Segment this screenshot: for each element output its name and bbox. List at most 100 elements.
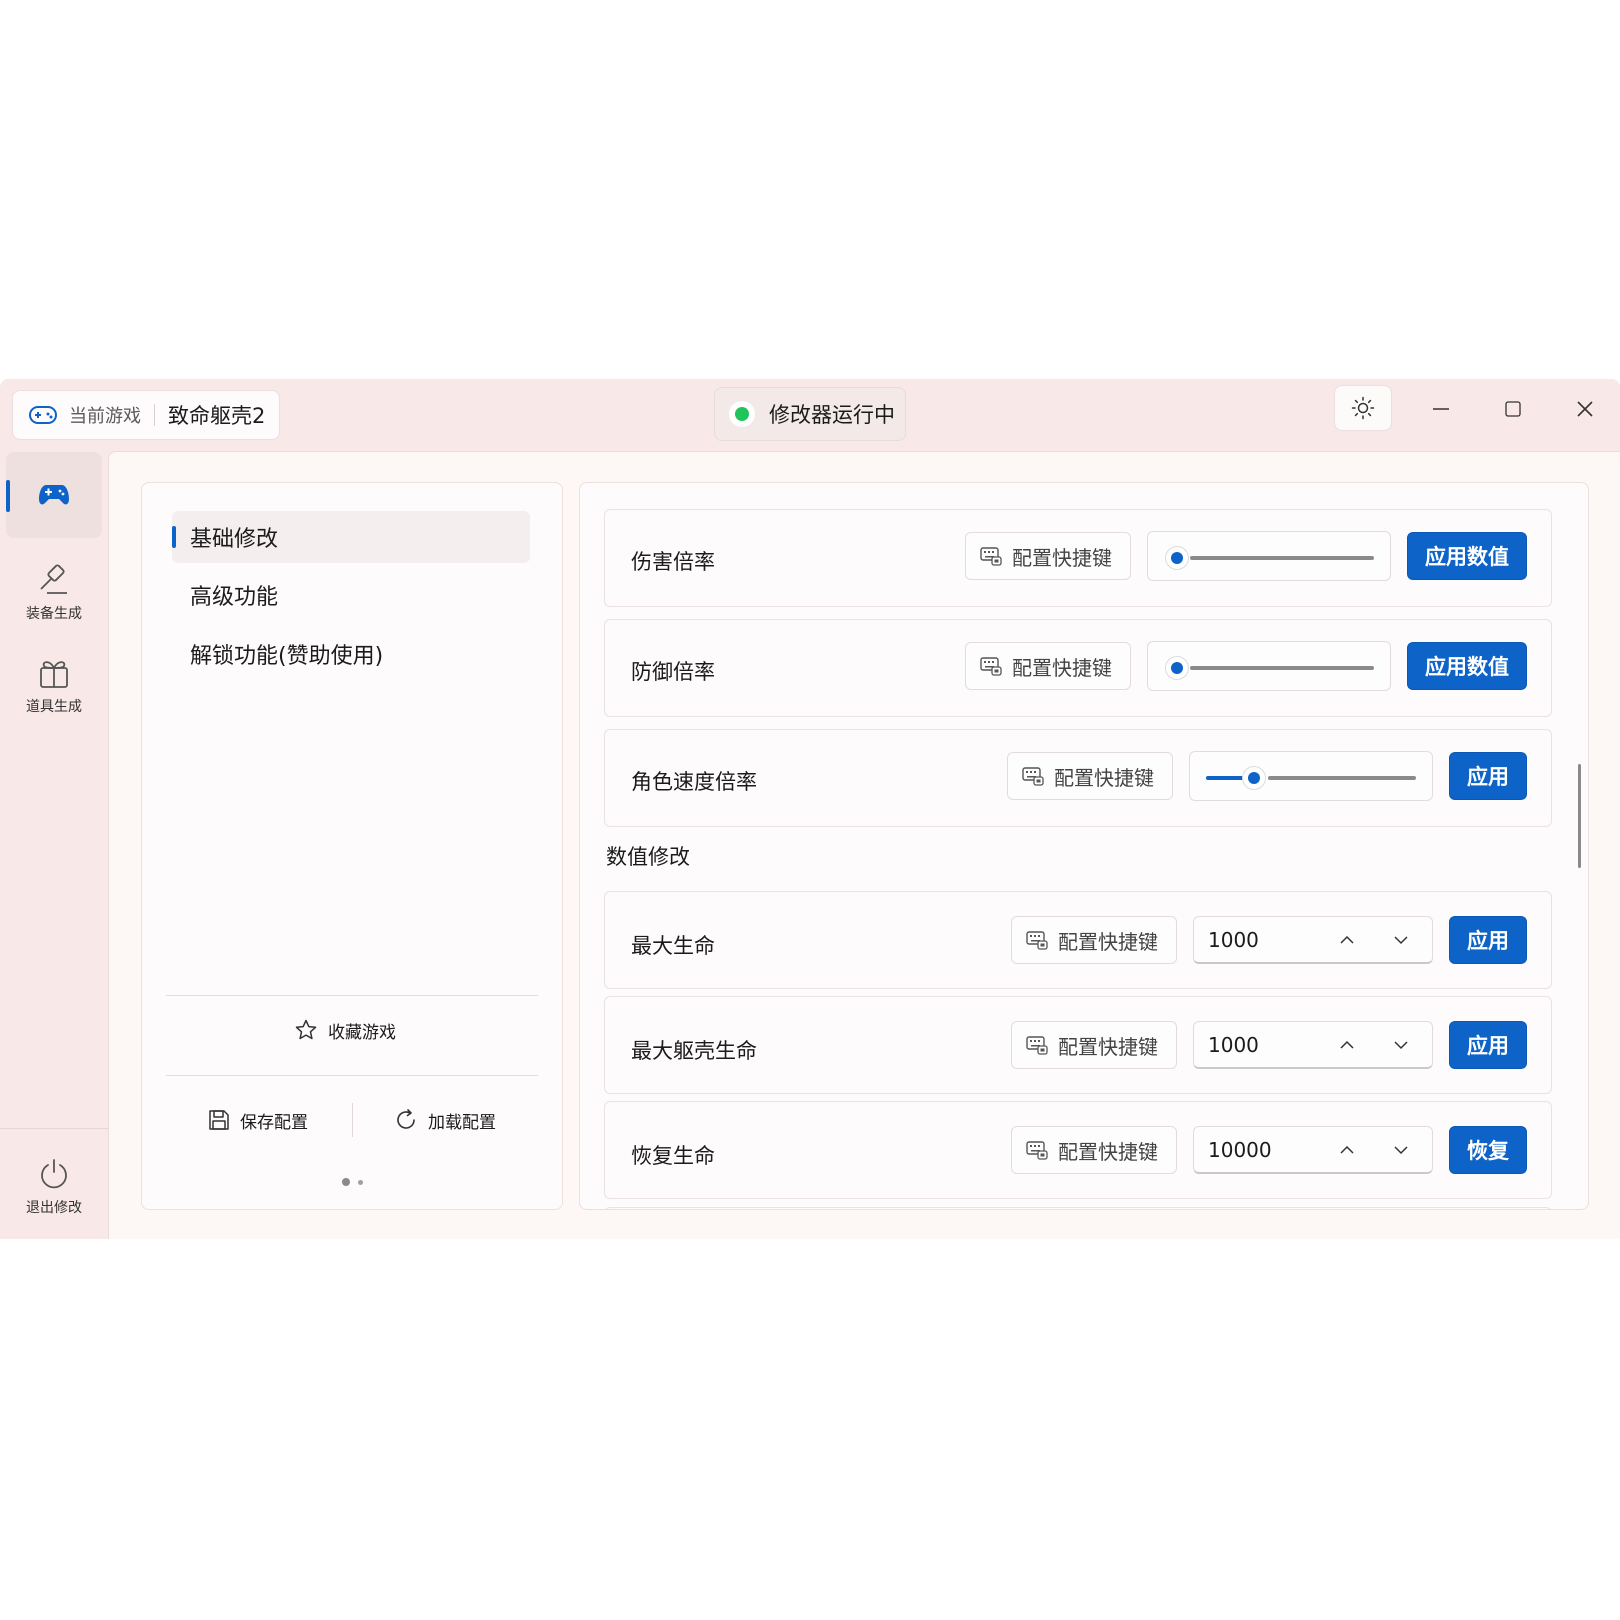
hotkey-label: 配置快捷键: [1058, 1139, 1158, 1164]
current-game-label: 当前游戏: [69, 406, 141, 427]
apply-button[interactable]: 应用: [1449, 752, 1527, 800]
favorite-game-button[interactable]: 收藏游戏: [294, 1010, 396, 1050]
hammer-icon: [40, 564, 67, 594]
max-hp-number-input[interactable]: 1000: [1193, 916, 1433, 964]
menu-item-basic[interactable]: 基础修改: [172, 511, 530, 563]
setting-row-max-hp: 最大生命 配置快捷键 1000 应用: [604, 891, 1552, 989]
exit-button[interactable]: 退出修改: [6, 1147, 102, 1227]
divider: [166, 995, 538, 996]
hotkey-button[interactable]: 配置快捷键: [1011, 916, 1177, 964]
slider-track: [1268, 776, 1416, 780]
exit-label: 退出修改: [26, 1200, 82, 1216]
keyboard-icon: [1022, 767, 1044, 786]
keyboard-icon: [1026, 931, 1048, 950]
keyboard-icon: [1026, 1141, 1048, 1160]
trainer-status-pill: 修改器运行中: [714, 387, 906, 441]
restore-button[interactable]: 恢复: [1449, 1126, 1527, 1174]
minimize-button[interactable]: [1416, 389, 1466, 429]
setting-label: 恢复生命: [631, 1144, 715, 1168]
sun-icon: [1351, 396, 1375, 420]
rail-divider: [0, 1128, 110, 1129]
apply-button[interactable]: 应用: [1449, 1021, 1527, 1069]
content-area: 基础修改 高级功能 解锁功能(赞助使用) 收藏游戏 保存配置 加载配置 伤害倍率…: [108, 451, 1620, 1239]
slider-thumb[interactable]: [1166, 547, 1188, 569]
star-icon: [295, 1019, 317, 1040]
scrollbar[interactable]: [1578, 764, 1581, 868]
hotkey-label: 配置快捷键: [1058, 929, 1158, 954]
rail-item-label: 装备生成: [26, 606, 82, 622]
maximize-icon: [1505, 401, 1521, 417]
menu-item-unlock[interactable]: 解锁功能(赞助使用): [172, 628, 530, 680]
keyboard-icon: [1026, 1036, 1048, 1055]
apply-value-button[interactable]: 应用数值: [1407, 532, 1527, 580]
favorite-game-label: 收藏游戏: [328, 1022, 396, 1043]
slider-thumb[interactable]: [1243, 767, 1265, 789]
hotkey-button[interactable]: 配置快捷键: [1007, 752, 1173, 800]
game-name: 致命躯壳2: [168, 404, 266, 428]
settings-panel: 伤害倍率 配置快捷键 应用数值 防御倍率 配置快捷键 应用数值 角色速度倍率 配…: [579, 482, 1589, 1210]
hotkey-button[interactable]: 配置快捷键: [965, 642, 1131, 690]
app-window: 当前游戏 致命躯壳2 修改器运行中 装备生成 道具生成 退出修改 基础修改 高级…: [0, 379, 1620, 1239]
setting-row-defense: 防御倍率 配置快捷键 应用数值: [604, 619, 1552, 717]
hotkey-label: 配置快捷键: [1012, 545, 1112, 570]
save-config-label: 保存配置: [240, 1112, 308, 1133]
rail-item-equipment[interactable]: 装备生成: [6, 557, 102, 629]
setting-row-speed: 角色速度倍率 配置快捷键 应用: [604, 729, 1552, 827]
setting-label: 角色速度倍率: [631, 770, 757, 794]
max-shell-hp-number-input[interactable]: 1000: [1193, 1021, 1433, 1069]
divider: [352, 1103, 353, 1137]
load-config-button[interactable]: 加载配置: [394, 1100, 496, 1140]
hotkey-button[interactable]: 配置快捷键: [965, 532, 1131, 580]
close-icon: [1577, 401, 1593, 417]
keyboard-icon: [980, 657, 1002, 676]
chevron-down-icon[interactable]: [1392, 1036, 1410, 1054]
rail-item-game[interactable]: [6, 452, 102, 538]
section-title: 数值修改: [606, 845, 690, 869]
number-value: 10000: [1208, 1137, 1272, 1162]
number-value: 1000: [1208, 927, 1259, 952]
pager-dot[interactable]: [358, 1180, 363, 1185]
chevron-up-icon[interactable]: [1338, 1036, 1356, 1054]
setting-label: 伤害倍率: [631, 550, 715, 574]
chevron-down-icon[interactable]: [1392, 1141, 1410, 1159]
category-panel: 基础修改 高级功能 解锁功能(赞助使用) 收藏游戏 保存配置 加载配置: [141, 482, 563, 1210]
hotkey-label: 配置快捷键: [1054, 765, 1154, 790]
restore-hp-number-input[interactable]: 10000: [1193, 1126, 1433, 1174]
save-config-button[interactable]: 保存配置: [208, 1100, 308, 1140]
save-icon: [209, 1110, 229, 1130]
chevron-down-icon[interactable]: [1392, 931, 1410, 949]
setting-row-restore-hp: 恢复生命 配置快捷键 10000 恢复: [604, 1101, 1552, 1199]
gamepad-icon: [39, 485, 69, 505]
chevron-up-icon[interactable]: [1338, 931, 1356, 949]
gamepad-icon: [29, 406, 57, 424]
slider-thumb[interactable]: [1166, 657, 1188, 679]
slider-track: [1190, 666, 1374, 670]
hotkey-button[interactable]: 配置快捷键: [1011, 1126, 1177, 1174]
chevron-up-icon[interactable]: [1338, 1141, 1356, 1159]
divider: [166, 1075, 538, 1076]
close-button[interactable]: [1560, 389, 1610, 429]
menu-item-advanced[interactable]: 高级功能: [172, 569, 530, 621]
gift-icon: [40, 661, 68, 688]
theme-toggle-button[interactable]: [1334, 385, 1392, 431]
slider-track: [1190, 556, 1374, 560]
defense-slider[interactable]: [1147, 641, 1391, 691]
setting-row-partial: [604, 1207, 1552, 1209]
apply-button[interactable]: 应用: [1449, 916, 1527, 964]
setting-label: 防御倍率: [631, 660, 715, 684]
power-icon: [41, 1159, 67, 1189]
hotkey-label: 配置快捷键: [1012, 655, 1112, 680]
setting-row-max-shell-hp: 最大躯壳生命 配置快捷键 1000 应用: [604, 996, 1552, 1094]
load-config-label: 加载配置: [428, 1112, 496, 1133]
speed-slider[interactable]: [1189, 751, 1433, 801]
current-game-pill[interactable]: 当前游戏 致命躯壳2: [12, 390, 280, 440]
hotkey-button[interactable]: 配置快捷键: [1011, 1021, 1177, 1069]
pager-dot-active[interactable]: [342, 1178, 350, 1186]
apply-value-button[interactable]: 应用数值: [1407, 642, 1527, 690]
rail-item-label: 道具生成: [26, 699, 82, 715]
setting-row-damage: 伤害倍率 配置快捷键 应用数值: [604, 509, 1552, 607]
maximize-button[interactable]: [1488, 389, 1538, 429]
damage-slider[interactable]: [1147, 531, 1391, 581]
rail-item-items[interactable]: 道具生成: [6, 650, 102, 722]
keyboard-icon: [980, 547, 1002, 566]
